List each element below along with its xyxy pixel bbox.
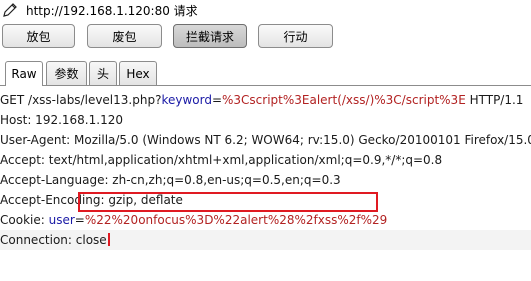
message-view-tabs: Raw 参数 头 Hex — [0, 61, 531, 86]
text-caret — [107, 233, 110, 246]
param-name: keyword — [161, 93, 212, 107]
cookie-payload-highlight — [78, 192, 378, 212]
toolbar: 放包 废包 拦截请求 行动 — [0, 24, 531, 52]
intercept-toggle-button[interactable]: 拦截请求 — [173, 24, 247, 48]
tab-headers[interactable]: 头 — [89, 61, 117, 85]
accept-language-header: Accept-Language: zh-cn,zh;q=0.8,en-us;q=… — [0, 173, 341, 187]
user-agent-header: User-Agent: Mozilla/5.0 (Windows NT 6.2;… — [0, 133, 531, 147]
tab-raw[interactable]: Raw — [5, 61, 43, 86]
drop-button[interactable]: 废包 — [87, 24, 162, 48]
tab-hex[interactable]: Hex — [119, 61, 157, 85]
tab-params[interactable]: 参数 — [46, 61, 87, 85]
request-url-title: http://192.168.1.120:80 请求 — [26, 3, 198, 18]
forward-button[interactable]: 放包 — [2, 24, 75, 48]
cookie-header: Cookie: user=%22%20onfocus%3D%22alert%28… — [0, 213, 388, 227]
host-header: Host: 192.168.1.120 — [0, 113, 123, 127]
title-bar: http://192.168.1.120:80 请求 — [0, 0, 531, 20]
raw-request-editor[interactable]: GET /xss-labs/level13.php?keyword=%3Cscr… — [0, 87, 531, 281]
action-button[interactable]: 行动 — [258, 24, 333, 48]
cookie-name: user — [48, 213, 75, 227]
pencil-icon — [0, 0, 22, 20]
param-value: %3Cscript%3Ealert(/xss/)%3C/script%3E — [222, 93, 466, 107]
request-line: GET /xss-labs/level13.php?keyword=%3Cscr… — [0, 93, 524, 107]
cookie-value: %22%20onfocus%3D%22alert%28%2fxss%2f%29 — [84, 213, 388, 227]
accept-header: Accept: text/html,application/xhtml+xml,… — [0, 153, 443, 167]
connection-header: Connection: close — [0, 230, 531, 250]
